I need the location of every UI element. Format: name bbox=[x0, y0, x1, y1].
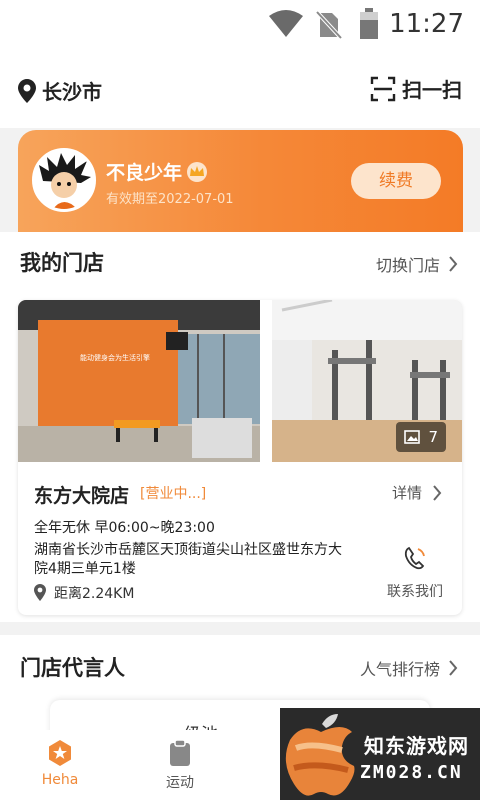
crown-icon bbox=[187, 161, 208, 182]
watermark-line-2: ZM028.CN bbox=[360, 762, 463, 783]
top-bar: 长沙市 扫一扫 bbox=[0, 50, 480, 128]
membership-card[interactable]: 不良少年 有效期至2022-07-01 续费 bbox=[18, 130, 463, 232]
watermark-line-1: 知东游戏网 bbox=[364, 734, 469, 758]
my-store-title: 我的门店 bbox=[20, 251, 104, 275]
photo-gallery-button[interactable]: 7 bbox=[396, 422, 446, 452]
store-distance: 距离2.24KM bbox=[34, 583, 134, 603]
representatives-title: 门店代言人 bbox=[20, 656, 125, 680]
switch-store-label: 切换门店 bbox=[375, 256, 440, 275]
svg-text:能动健身会为生活引擎: 能动健身会为生活引擎 bbox=[80, 353, 150, 362]
avatar-image bbox=[35, 151, 93, 209]
clock-time: 11:27 bbox=[389, 9, 464, 39]
contact-us-button[interactable]: 联系我们 bbox=[384, 545, 446, 601]
tab-sport[interactable]: 运动 bbox=[140, 738, 220, 792]
store-hours: 全年无休 早06:00~晚23:00 bbox=[34, 520, 215, 536]
image-icon bbox=[404, 430, 421, 444]
heha-star-icon bbox=[49, 740, 71, 766]
chevron-right-icon bbox=[433, 484, 442, 501]
city-selector[interactable]: 长沙市 bbox=[18, 76, 102, 105]
store-detail-link[interactable]: 详情 bbox=[392, 482, 442, 503]
city-label: 长沙市 bbox=[42, 80, 102, 104]
store-detail-label: 详情 bbox=[391, 484, 422, 502]
switch-store-link[interactable]: 切换门店 bbox=[376, 252, 458, 276]
photo-count: 7 bbox=[428, 428, 438, 446]
member-name-row: 不良少年 bbox=[106, 158, 208, 185]
avatar[interactable] bbox=[32, 148, 96, 212]
clipboard-icon bbox=[170, 739, 190, 766]
scan-button[interactable]: 扫一扫 bbox=[370, 74, 462, 103]
tab-heha-label: Heha bbox=[41, 772, 79, 788]
store-status-badge: [营业中...] bbox=[140, 486, 207, 502]
store-name: 东方大院店 bbox=[34, 485, 130, 507]
no-sim-icon bbox=[316, 11, 342, 39]
scan-label: 扫一扫 bbox=[402, 78, 462, 102]
membership-expiry: 有效期至2022-07-01 bbox=[106, 192, 234, 207]
scan-icon bbox=[370, 76, 396, 101]
watermark-overlay: 知东游戏网 ZM028.CN bbox=[280, 708, 480, 800]
renew-button[interactable]: 续费 bbox=[351, 163, 441, 199]
ranking-label: 人气排行榜 bbox=[359, 660, 440, 679]
distance-label: 距离2.24KM bbox=[54, 586, 135, 602]
store-photo-main[interactable]: 能动健身会为生活引擎 bbox=[18, 300, 260, 462]
phone-icon bbox=[404, 546, 425, 570]
chevron-right-icon bbox=[449, 660, 458, 676]
tab-heha[interactable]: Heha bbox=[20, 738, 100, 788]
contact-us-label: 联系我们 bbox=[387, 584, 443, 600]
store-card[interactable]: 能动健身会为生活引擎 7 东方大院店 [营业中...] 详情 全年无休 早06:… bbox=[18, 300, 462, 615]
store-address: 湖南省长沙市岳麓区天顶街道尖山社区盛世东方大院4期三单元1楼 bbox=[34, 542, 342, 577]
apple-logo-icon bbox=[285, 714, 355, 796]
location-pin-icon bbox=[34, 584, 46, 601]
wifi-icon bbox=[269, 10, 303, 37]
popularity-ranking-link[interactable]: 人气排行榜 bbox=[360, 656, 458, 680]
tab-sport-label: 运动 bbox=[166, 775, 194, 791]
battery-icon bbox=[360, 8, 378, 39]
status-bar: 11:27 bbox=[0, 0, 480, 50]
location-pin-icon bbox=[18, 78, 36, 103]
chevron-right-icon bbox=[449, 256, 458, 272]
member-name: 不良少年 bbox=[106, 162, 183, 184]
